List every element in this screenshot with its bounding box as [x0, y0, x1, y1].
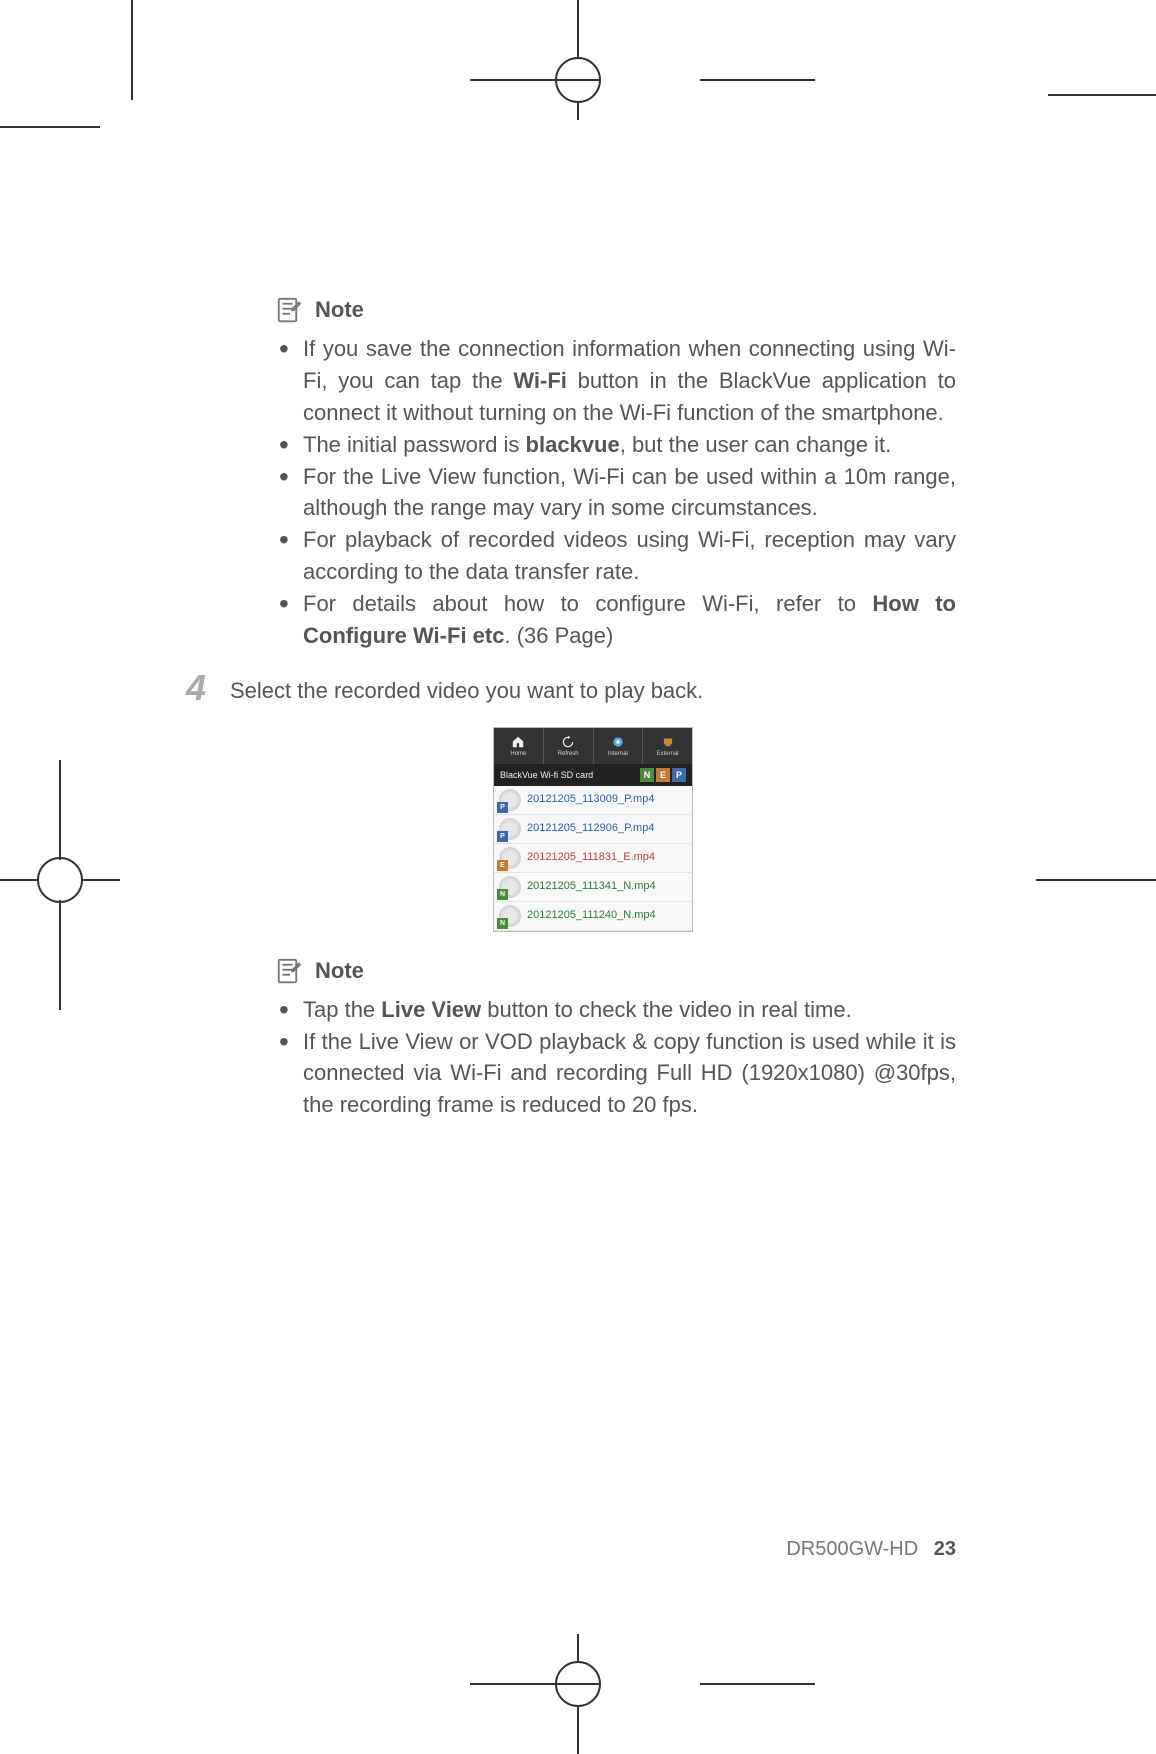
crop-mark-top [0, 0, 1156, 120]
note-label: Note [315, 958, 364, 984]
filter-badge-n[interactable]: N [640, 768, 654, 782]
note-icon [275, 295, 305, 325]
crop-mark-bottom [0, 1634, 1156, 1754]
note1-list: If you save the connection information w… [275, 333, 956, 652]
step-text: Select the recorded video you want to pl… [230, 670, 703, 707]
note-label: Note [315, 297, 364, 323]
file-item[interactable]: N 20121205_111341_N.mp4 [494, 873, 692, 902]
file-type-badge: P [497, 831, 508, 842]
note-header-2: Note [275, 956, 956, 986]
app-filter-badges: NEP [640, 768, 686, 782]
file-type-badge: E [497, 860, 508, 871]
file-item[interactable]: E 20121205_111831_E.mp4 [494, 844, 692, 873]
footer-page-number: 23 [934, 1538, 956, 1560]
home-button[interactable]: Home [494, 728, 544, 764]
crop-mark-left [0, 0, 120, 1754]
file-item[interactable]: N 20121205_111240_N.mp4 [494, 902, 692, 931]
file-name: 20121205_111831_E.mp4 [527, 851, 655, 864]
file-type-badge: N [497, 889, 508, 900]
film-reel-icon: P [499, 789, 521, 811]
app-top-toolbar: HomeRefreshInternalExternal [494, 728, 692, 764]
file-type-badge: N [497, 918, 508, 929]
file-name: 20121205_112906_P.mp4 [527, 822, 654, 835]
file-name: 20121205_111341_N.mp4 [527, 880, 656, 893]
app-file-list: P 20121205_113009_P.mp4 P 20121205_112906_P… [494, 786, 692, 931]
note-item: The initial password is blackvue, but th… [275, 429, 956, 461]
filter-badge-e[interactable]: E [656, 768, 670, 782]
file-item[interactable]: P 20121205_112906_P.mp4 [494, 815, 692, 844]
filter-badge-p[interactable]: P [672, 768, 686, 782]
note2-list: Tap the Live View button to check the vi… [275, 994, 956, 1122]
refresh-button[interactable]: Refresh [544, 728, 594, 764]
file-name: 20121205_111240_N.mp4 [527, 909, 656, 922]
film-reel-icon: P [499, 818, 521, 840]
film-reel-icon: N [499, 876, 521, 898]
page-footer: DR500GW-HD 23 [230, 1538, 956, 1561]
external-button[interactable]: External [643, 728, 692, 764]
app-screenshot: HomeRefreshInternalExternal BlackVue Wi-… [493, 727, 693, 932]
note-item: If the Live View or VOD playback & copy … [275, 1026, 956, 1122]
note-header-1: Note [275, 295, 956, 325]
note-item: If you save the connection information w… [275, 333, 956, 429]
step-4: 4 Select the recorded video you want to … [172, 670, 956, 707]
file-item[interactable]: P 20121205_113009_P.mp4 [494, 786, 692, 815]
file-type-badge: P [497, 802, 508, 813]
file-name: 20121205_113009_P.mp4 [527, 793, 654, 806]
internal-button[interactable]: Internal [594, 728, 644, 764]
note-item: For the Live View function, Wi-Fi can be… [275, 461, 956, 525]
footer-model: DR500GW-HD [786, 1538, 918, 1560]
note-item: For playback of recorded videos using Wi… [275, 524, 956, 588]
film-reel-icon: E [499, 847, 521, 869]
crop-mark-right [1036, 860, 1156, 900]
step-number: 4 [172, 670, 206, 706]
app-title-text: BlackVue Wi-fi SD card [500, 770, 593, 780]
note-item: Tap the Live View button to check the vi… [275, 994, 956, 1026]
app-title-bar: BlackVue Wi-fi SD card NEP [494, 764, 692, 786]
film-reel-icon: N [499, 905, 521, 927]
note-item: For details about how to configure Wi-Fi… [275, 588, 956, 652]
note-icon [275, 956, 305, 986]
